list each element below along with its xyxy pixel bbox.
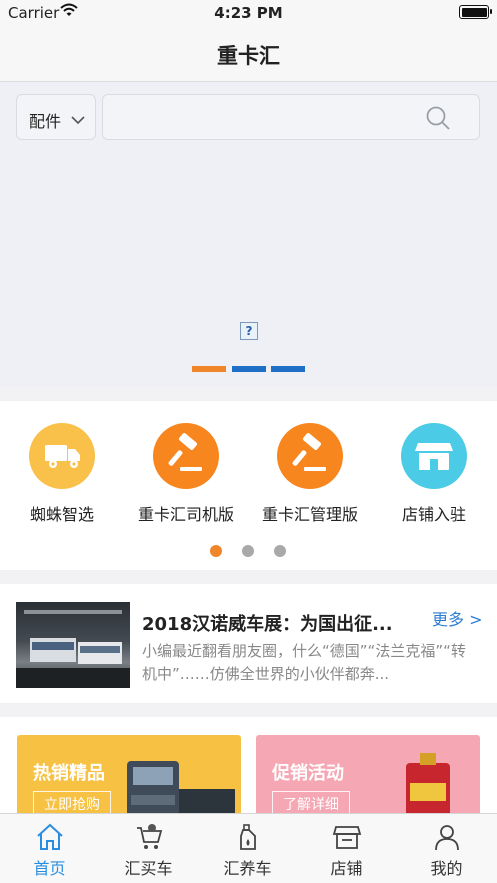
promo-card-hot-sale[interactable]: 热销精品 立即抢购 (17, 735, 241, 813)
promo-section: 热销精品 立即抢购 促销活动 了解详细 (0, 717, 497, 813)
tab-label: 店铺 (330, 859, 363, 878)
battery-icon (459, 5, 492, 19)
tab-home[interactable]: 首页 (0, 822, 99, 879)
gavel-icon (277, 423, 343, 489)
function-item-spider-select[interactable]: 蜘蛛智选 (2, 423, 122, 525)
news-item[interactable]: 2018汉诺威车展：为国出征... 更多 > 小编最近翻看朋友圈，什么“德国”“… (0, 584, 497, 703)
function-grid: 蜘蛛智选 重卡汇司机版 重卡汇管理版 店铺入驻 (0, 401, 497, 570)
clock-time: 4:23 PM (214, 4, 283, 22)
promo-card-sales-activity[interactable]: 促销活动 了解详细 (256, 735, 480, 813)
tab-label: 我的 (430, 859, 463, 878)
news-thumbnail (16, 602, 130, 688)
cart-icon (99, 822, 198, 852)
news-description: 小编最近翻看朋友圈，什么“德国”“法兰克福”“转机中”……仿佛全世界的小伙伴都奔… (142, 642, 466, 683)
banner-indicator[interactable] (232, 366, 266, 372)
page-title: 重卡汇 (217, 44, 280, 68)
tab-label: 首页 (33, 859, 66, 878)
truck-icon (29, 423, 95, 489)
function-label: 重卡汇司机版 (137, 505, 234, 524)
gavel-icon (153, 423, 219, 489)
category-dropdown[interactable]: 配件 (16, 94, 96, 140)
page-dot[interactable] (210, 545, 222, 557)
person-icon (397, 822, 496, 852)
tab-buy-truck[interactable]: 汇买车 (99, 822, 198, 879)
buy-now-button[interactable]: 立即抢购 (33, 791, 111, 813)
home-icon (0, 822, 99, 852)
banner-carousel[interactable]: 配件 ? (0, 82, 497, 386)
promo-title: 促销活动 (272, 763, 344, 784)
news-title[interactable]: 2018汉诺威车展：为国出征... (142, 610, 417, 636)
navigation-bar: 重卡汇 (0, 26, 497, 82)
promo-title: 热销精品 (33, 763, 105, 784)
category-label: 配件 (29, 112, 62, 131)
search-input[interactable] (102, 94, 480, 140)
function-item-store-join[interactable]: 店铺入驻 (374, 423, 494, 525)
tab-label: 汇买车 (124, 859, 173, 878)
search-icon[interactable] (425, 105, 451, 135)
status-bar: Carrier 4:23 PM (0, 0, 497, 26)
tab-mine[interactable]: 我的 (397, 822, 496, 879)
function-item-driver-edition[interactable]: 重卡汇司机版 (126, 423, 246, 525)
function-label: 店铺入驻 (401, 505, 466, 524)
tab-label: 汇养车 (223, 859, 272, 878)
store-icon (401, 423, 467, 489)
chevron-down-icon (71, 110, 85, 129)
tab-shop[interactable]: 店铺 (297, 822, 396, 879)
banner-indicator[interactable] (192, 366, 226, 372)
shop-icon (297, 822, 396, 852)
learn-more-button[interactable]: 了解详细 (272, 791, 350, 813)
page-dot[interactable] (274, 545, 286, 557)
function-item-management-edition[interactable]: 重卡汇管理版 (250, 423, 370, 525)
banner-indicator[interactable] (271, 366, 305, 372)
page-dot[interactable] (242, 545, 254, 557)
search-bar: 配件 (16, 94, 480, 142)
broken-image-icon: ? (240, 322, 258, 340)
function-label: 重卡汇管理版 (261, 505, 358, 524)
tab-maintain-truck[interactable]: 汇养车 (198, 822, 297, 879)
function-label: 蜘蛛智选 (29, 505, 94, 524)
oil-bottle-icon (198, 822, 297, 852)
tab-bar: 首页 汇买车 汇养车 店铺 我的 (0, 813, 497, 883)
more-link[interactable]: 更多 > (432, 606, 483, 630)
